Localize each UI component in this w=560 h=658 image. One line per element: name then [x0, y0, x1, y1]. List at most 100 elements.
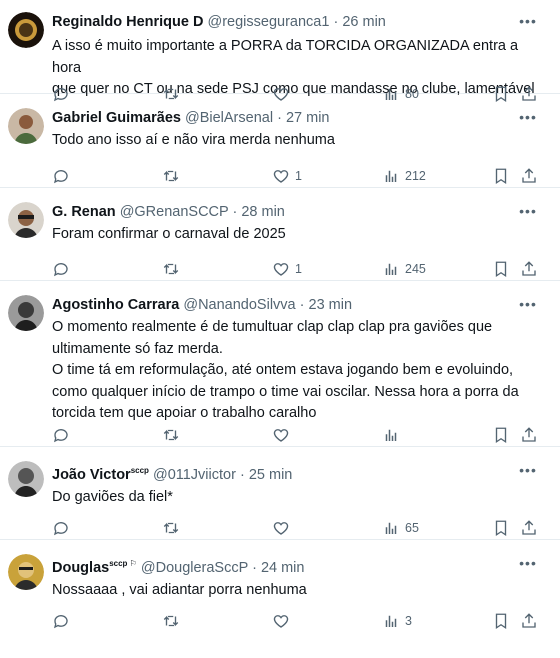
separator: · [239, 466, 245, 483]
more-icon[interactable]: ••• [516, 202, 540, 222]
views-count: 3 [405, 614, 412, 628]
timestamp[interactable]: 26 min [342, 14, 386, 30]
share-button[interactable] [520, 165, 538, 187]
like-button[interactable] [272, 610, 295, 632]
share-button[interactable] [520, 610, 538, 632]
avatar[interactable] [8, 202, 44, 238]
more-icon[interactable]: ••• [516, 461, 540, 481]
avatar[interactable] [8, 295, 44, 331]
more-icon[interactable]: ••• [516, 554, 540, 574]
share-icon [520, 612, 538, 630]
retweet-button[interactable] [162, 424, 185, 446]
tweet-header: Reginaldo Henrique D @regisseguranca1 · … [52, 0, 560, 32]
reply-icon [52, 167, 70, 185]
tweet-header: Gabriel Guimarães @BielArsenal · 27 min … [52, 94, 560, 128]
reply-button[interactable] [52, 610, 75, 632]
tweet-line: Do gaviões da fiel* [52, 488, 173, 505]
share-button[interactable] [520, 517, 538, 539]
author-handle[interactable]: @BielArsenal [185, 110, 273, 126]
reply-button[interactable] [52, 258, 75, 280]
more-icon[interactable]: ••• [516, 12, 540, 32]
author-name[interactable]: Agostinho Carrara [52, 297, 179, 313]
like-count: 1 [295, 262, 302, 276]
tweet-header: João Victorsccp @011Jviictor · 25 min ••… [52, 447, 560, 485]
like-button[interactable]: 1 [272, 165, 302, 187]
bookmark-icon [492, 167, 510, 185]
views-button[interactable]: 3 [382, 610, 412, 632]
tweet-text: Todo ano isso aí e não vira merda nenhum… [52, 128, 560, 152]
tweet-line: O time tá em reformulação, até ontem est… [52, 362, 514, 378]
views-icon [382, 260, 400, 278]
reply-button[interactable] [52, 165, 75, 187]
retweet-button[interactable] [162, 610, 185, 632]
timestamp[interactable]: 23 min [309, 297, 353, 313]
bookmark-icon [492, 426, 510, 444]
separator: · [277, 110, 282, 126]
bookmark-button[interactable] [492, 610, 510, 632]
author-name[interactable]: Douglas [52, 560, 109, 576]
avatar[interactable] [8, 461, 44, 497]
author-handle[interactable]: @GRenanSCCP [120, 204, 229, 220]
share-button[interactable] [520, 424, 538, 446]
author-name[interactable]: G. Renan [52, 204, 116, 220]
views-button[interactable] [382, 424, 405, 446]
bookmark-button[interactable] [492, 165, 510, 187]
bookmark-button[interactable] [492, 517, 510, 539]
avatar[interactable] [8, 12, 44, 48]
retweet-icon [162, 426, 180, 444]
share-icon [520, 426, 538, 444]
tweet[interactable]: Reginaldo Henrique D @regisseguranca1 · … [0, 0, 560, 103]
author-name[interactable]: Gabriel Guimarães [52, 110, 181, 126]
tweet-header: Douglassccp ⚐ @DougleraSccP · 24 min ••• [52, 540, 560, 578]
retweet-button[interactable] [162, 165, 185, 187]
views-button[interactable]: 65 [382, 517, 419, 539]
bookmark-button[interactable] [492, 258, 510, 280]
tweet[interactable]: João Victorsccp @011Jviictor · 25 min ••… [0, 447, 560, 540]
author-name[interactable]: João Victor [52, 467, 131, 483]
reply-button[interactable] [52, 424, 75, 446]
name-badge: sccp [130, 466, 149, 475]
like-button[interactable] [272, 424, 295, 446]
like-button[interactable] [272, 517, 295, 539]
tweet-header: Agostinho Carrara @NanandoSilvva · 23 mi… [52, 281, 560, 315]
name-badge: sccp ⚐ [109, 559, 137, 568]
separator: · [333, 14, 339, 30]
views-count: 65 [405, 521, 419, 535]
tweet-line: O momento realmente é de tumultuar clap … [52, 319, 493, 335]
tweet-line: A isso é muito importante a PORRA da TOR… [52, 38, 519, 76]
more-icon[interactable]: ••• [516, 108, 540, 128]
tweet[interactable]: Agostinho Carrara @NanandoSilvva · 23 mi… [0, 281, 560, 447]
timestamp[interactable]: 28 min [241, 204, 285, 220]
bookmark-button[interactable] [492, 424, 510, 446]
retweet-button[interactable] [162, 517, 185, 539]
avatar[interactable] [8, 108, 44, 144]
timestamp[interactable]: 24 min [261, 560, 305, 576]
share-button[interactable] [520, 258, 538, 280]
tweet[interactable]: G. Renan @GRenanSCCP · 28 min ••• Foram … [0, 188, 560, 281]
share-icon [520, 260, 538, 278]
retweet-icon [162, 612, 180, 630]
author-handle[interactable]: @011Jviictor [153, 467, 236, 483]
timestamp[interactable]: 27 min [286, 110, 330, 126]
author-handle[interactable]: @regisseguranca1 [208, 14, 330, 30]
like-button[interactable]: 1 [272, 258, 302, 280]
views-button[interactable]: 212 [382, 165, 426, 187]
tweet-header: G. Renan @GRenanSCCP · 28 min ••• [52, 188, 560, 222]
views-button[interactable]: 245 [382, 258, 426, 280]
tweet[interactable]: Gabriel Guimarães @BielArsenal · 27 min … [0, 94, 560, 188]
avatar[interactable] [8, 554, 44, 590]
retweet-button[interactable] [162, 258, 185, 280]
more-icon[interactable]: ••• [516, 295, 540, 315]
separator: · [252, 559, 257, 576]
author-name[interactable]: Reginaldo Henrique D [52, 14, 203, 30]
tweet-actions: 65 [0, 517, 560, 539]
tweet-line: ultimamente só faz merda. [52, 340, 223, 357]
views-icon [382, 612, 400, 630]
reply-button[interactable] [52, 517, 75, 539]
views-icon [382, 426, 400, 444]
tweet-actions: 1 212 [0, 165, 560, 187]
tweet[interactable]: Douglassccp ⚐ @DougleraSccP · 24 min •••… [0, 540, 560, 633]
author-handle[interactable]: @NanandoSilvva [183, 297, 295, 313]
timestamp[interactable]: 25 min [249, 467, 293, 483]
author-handle[interactable]: @DougleraSccP [141, 560, 248, 576]
